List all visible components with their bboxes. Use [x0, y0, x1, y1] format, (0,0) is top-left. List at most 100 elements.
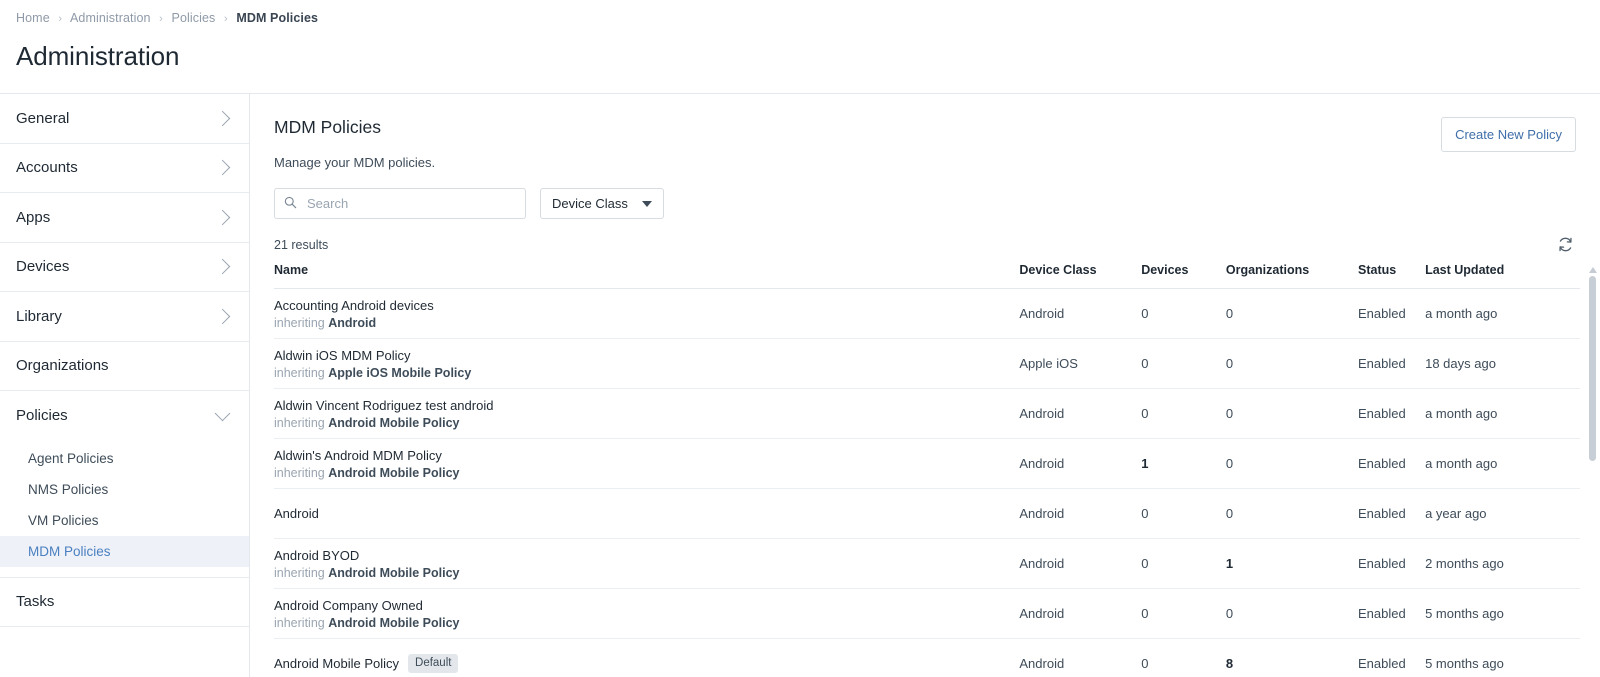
breadcrumb: Home › Administration › Policies › MDM P…	[0, 0, 1600, 25]
policy-inheriting: inheriting Apple iOS Mobile Policy	[274, 366, 1019, 380]
policy-name[interactable]: Android	[274, 506, 319, 521]
column-header-name[interactable]: Name	[274, 263, 1020, 289]
chevron-right-icon	[214, 159, 231, 176]
scroll-up-arrow-icon[interactable]	[1589, 267, 1597, 273]
cell-status: Enabled	[1358, 488, 1426, 539]
main-content: MDM Policies Manage your MDM policies. C…	[250, 94, 1600, 677]
policies-table: Name Device Class Devices Organizations …	[274, 263, 1580, 677]
policy-name[interactable]: Accounting Android devices	[274, 298, 434, 313]
policy-name[interactable]: Aldwin's Android MDM Policy	[274, 448, 442, 463]
sidebar-group-policies: Policies Agent Policies NMS Policies VM …	[0, 391, 249, 578]
table-row[interactable]: Android Android 0 0 Enabled a year ago	[274, 488, 1580, 539]
search-field-wrapper	[274, 188, 526, 219]
sidebar-navigation: General Accounts Apps Devices Library Or…	[0, 94, 250, 677]
sidebar-item-label: Tasks	[16, 593, 55, 611]
table-vertical-scrollbar[interactable]	[1589, 267, 1597, 677]
cell-name: Android BYOD inheriting Android Mobile Po…	[274, 538, 1020, 589]
cell-organizations: 0	[1225, 438, 1358, 489]
sidebar-group-accounts: Accounts	[0, 144, 249, 193]
sidebar-item-accounts[interactable]: Accounts	[0, 144, 249, 193]
cell-last-updated: 5 months ago	[1425, 588, 1580, 639]
sidebar-item-general[interactable]: General	[0, 94, 249, 143]
policy-name[interactable]: Android BYOD	[274, 548, 359, 563]
cell-last-updated: 2 months ago	[1425, 538, 1580, 589]
table-row[interactable]: Android BYOD inheriting Android Mobile Po…	[274, 538, 1580, 589]
sidebar-item-devices[interactable]: Devices	[0, 243, 249, 292]
column-header-last-updated[interactable]: Last Updated	[1425, 263, 1580, 289]
cell-status: Enabled	[1358, 638, 1426, 677]
cell-name: Accounting Android devices inheriting And…	[274, 288, 1020, 339]
cell-device-class: Android	[1019, 538, 1142, 589]
policy-name[interactable]: Android Mobile Policy	[274, 656, 399, 671]
results-count: 21 results	[274, 237, 329, 252]
refresh-button[interactable]	[1555, 234, 1576, 255]
cell-last-updated: a year ago	[1425, 488, 1580, 539]
table-row[interactable]: Aldwin iOS MDM Policy inheriting Apple iO…	[274, 338, 1580, 389]
cell-organizations: 8	[1225, 638, 1358, 677]
sidebar-group-organizations: Organizations	[0, 342, 249, 391]
device-class-filter-label: Device Class	[552, 196, 628, 211]
sidebar-subitem-label: NMS Policies	[28, 481, 109, 497]
content-title: MDM Policies	[274, 117, 381, 137]
filter-bar: Device Class	[250, 170, 1600, 219]
cell-organizations: 0	[1225, 288, 1358, 339]
cell-name: Android Company Owned inheriting Android …	[274, 588, 1020, 639]
column-header-status[interactable]: Status	[1358, 263, 1426, 289]
column-header-device-class[interactable]: Device Class	[1019, 263, 1142, 289]
device-class-filter-dropdown[interactable]: Device Class	[540, 188, 664, 219]
sidebar-item-nms-policies[interactable]: NMS Policies	[0, 474, 249, 505]
cell-name: Aldwin's Android MDM Policy inheriting An…	[274, 438, 1020, 489]
sidebar-subitem-label: VM Policies	[28, 512, 99, 528]
table-row[interactable]: Android Company Owned inheriting Android …	[274, 588, 1580, 639]
sidebar-item-tasks[interactable]: Tasks	[0, 578, 249, 627]
inheriting-label: inheriting	[274, 365, 325, 380]
cell-organizations: 0	[1225, 388, 1358, 439]
policies-table-wrapper: Name Device Class Devices Organizations …	[250, 263, 1600, 677]
chevron-right-icon	[214, 308, 231, 325]
sidebar-item-library[interactable]: Library	[0, 292, 249, 341]
cell-devices: 0	[1141, 288, 1226, 339]
cell-devices: 0	[1141, 538, 1226, 589]
table-header: Name Device Class Devices Organizations …	[274, 263, 1580, 289]
sidebar-item-apps[interactable]: Apps	[0, 193, 249, 242]
breadcrumb-item-administration[interactable]: Administration	[70, 11, 151, 25]
table-row[interactable]: Aldwin Vincent Rodriguez test android inh…	[274, 388, 1580, 439]
sidebar-item-mdm-policies[interactable]: MDM Policies	[0, 535, 249, 567]
content-header-text: MDM Policies Manage your MDM policies.	[274, 117, 435, 170]
column-header-devices[interactable]: Devices	[1141, 263, 1226, 289]
create-new-policy-button[interactable]: Create New Policy	[1441, 117, 1576, 152]
chevron-right-icon	[214, 110, 231, 127]
default-badge: Default	[408, 654, 459, 673]
policy-inheriting: inheriting Android Mobile Policy	[274, 466, 1019, 480]
sidebar-group-apps: Apps	[0, 193, 249, 243]
scrollbar-thumb[interactable]	[1589, 276, 1596, 461]
sidebar-subitem-label: Agent Policies	[28, 450, 114, 466]
breadcrumb-separator-icon: ›	[58, 13, 63, 25]
table-row[interactable]: Android Mobile Policy Default Android 0 8 Ena…	[274, 638, 1580, 677]
search-input[interactable]	[274, 188, 526, 219]
cell-devices: 0	[1141, 338, 1226, 389]
table-row[interactable]: Aldwin's Android MDM Policy inheriting An…	[274, 438, 1580, 489]
column-header-organizations[interactable]: Organizations	[1225, 263, 1358, 289]
breadcrumb-item-home[interactable]: Home	[16, 11, 50, 25]
cell-name: Aldwin iOS MDM Policy inheriting Apple iO…	[274, 338, 1020, 389]
policy-name[interactable]: Android Company Owned	[274, 598, 423, 613]
inheriting-value: Android Mobile Policy	[328, 565, 460, 580]
table-row[interactable]: Accounting Android devices inheriting And…	[274, 288, 1580, 339]
sidebar-group-tasks: Tasks	[0, 578, 249, 627]
breadcrumb-item-policies[interactable]: Policies	[172, 11, 216, 25]
sidebar-item-policies[interactable]: Policies	[0, 391, 249, 440]
policy-name[interactable]: Aldwin Vincent Rodriguez test android	[274, 398, 493, 413]
cell-device-class: Android	[1019, 638, 1142, 677]
cell-last-updated: a month ago	[1425, 288, 1580, 339]
cell-devices: 0	[1141, 588, 1226, 639]
sidebar-item-label: Organizations	[16, 357, 109, 375]
sidebar-item-agent-policies[interactable]: Agent Policies	[0, 443, 249, 474]
sidebar-item-vm-policies[interactable]: VM Policies	[0, 505, 249, 536]
sidebar-item-organizations[interactable]: Organizations	[0, 342, 249, 391]
sidebar-item-label: Accounts	[16, 159, 78, 177]
sidebar-item-label: Devices	[16, 258, 70, 276]
policy-name[interactable]: Aldwin iOS MDM Policy	[274, 348, 411, 363]
refresh-icon	[1559, 237, 1572, 252]
cell-organizations: 1	[1225, 538, 1358, 589]
